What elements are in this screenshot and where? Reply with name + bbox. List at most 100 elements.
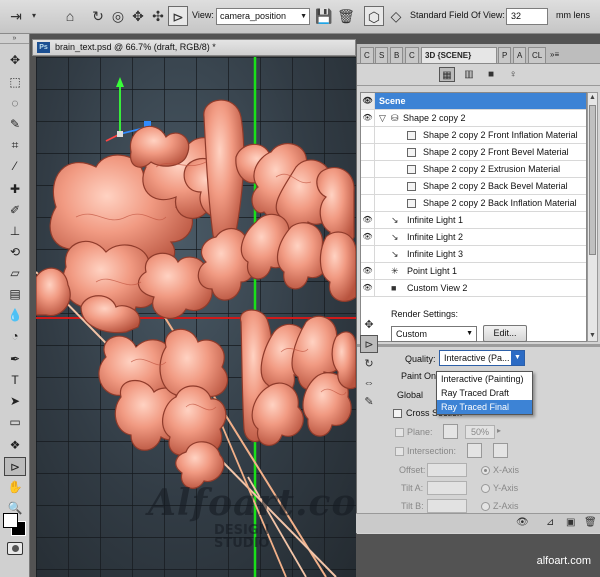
visibility-eye-icon[interactable]	[361, 178, 375, 194]
visibility-eye-icon[interactable]	[361, 161, 375, 177]
tools-collapse-icon[interactable]: »	[0, 34, 29, 44]
scroll-down-icon[interactable]: ▼	[589, 332, 597, 340]
materials-filter-icon[interactable]: ■	[483, 67, 499, 82]
list-item[interactable]: 👁 ■ Custom View 2	[361, 280, 586, 297]
intersection-color-swatch[interactable]	[467, 443, 482, 458]
lights-filter-icon[interactable]: ♀	[505, 67, 521, 82]
tab-p[interactable]: P	[498, 47, 512, 63]
tab-b[interactable]: B	[390, 47, 404, 63]
pan-3d-icon[interactable]: ✥	[128, 6, 148, 26]
marquee-tool-icon[interactable]: ⬚	[4, 73, 26, 92]
flip-cross-section-icon[interactable]	[493, 443, 508, 458]
tilt-a-field[interactable]	[427, 481, 467, 495]
edit-render-settings-button[interactable]: Edit...	[483, 325, 527, 342]
list-item[interactable]: Shape 2 copy 2 Front Bevel Material	[361, 144, 586, 161]
quick-selection-tool-icon[interactable]: ✎	[4, 115, 26, 134]
blur-tool-icon[interactable]: 💧	[4, 306, 26, 325]
menu-item-interactive-painting[interactable]: Interactive (Painting)	[437, 372, 532, 386]
visibility-eye-icon[interactable]: 👁	[361, 212, 375, 228]
tab-3d-scene[interactable]: 3D {SCENE}	[421, 47, 497, 63]
orthographic-camera-icon[interactable]: ◇	[386, 6, 406, 26]
type-tool-icon[interactable]: T	[4, 371, 26, 390]
visibility-eye-icon[interactable]: 👁	[361, 280, 375, 296]
visibility-eye-icon[interactable]: 👁	[361, 263, 375, 279]
path-selection-tool-icon[interactable]: ➤	[4, 392, 26, 411]
meshes-filter-icon[interactable]: ▥	[461, 67, 477, 82]
slide-3d-icon[interactable]: ✣	[148, 6, 168, 26]
plane-checkbox[interactable]	[395, 428, 404, 437]
menu-item-ray-traced-draft[interactable]: Ray Traced Draft	[437, 386, 532, 400]
panel-splitter[interactable]	[357, 344, 600, 347]
offset-field[interactable]	[427, 463, 467, 477]
3d-rotate-object-icon[interactable]: ✥	[360, 316, 378, 334]
render-preset-select[interactable]: Custom ▼	[391, 326, 477, 342]
3d-light-rotate-icon[interactable]: ↻	[360, 355, 378, 373]
quick-mask-icon[interactable]	[7, 542, 23, 555]
scroll-thumb[interactable]	[589, 105, 596, 255]
delete-view-icon[interactable]: 🗑	[336, 6, 356, 26]
history-brush-tool-icon[interactable]: ⟲	[4, 243, 26, 262]
3d-light-pan-icon[interactable]: ⇔	[360, 374, 378, 392]
list-item[interactable]: 👁 ↘ Infinite Light 1	[361, 212, 586, 229]
hand-tool-icon[interactable]: ✋	[4, 478, 26, 497]
scene-filter-icon[interactable]: ▦	[439, 67, 455, 82]
roll-3d-icon[interactable]: ◎	[108, 6, 128, 26]
intersection-checkbox[interactable]	[395, 447, 404, 456]
dodge-tool-icon[interactable]: ◔	[4, 327, 26, 346]
scroll-up-icon[interactable]: ▲	[589, 94, 597, 102]
tool-preset-icon[interactable]: ⇥	[6, 6, 26, 26]
fov-input[interactable]: 32	[506, 8, 548, 25]
list-item[interactable]: Shape 2 copy 2 Extrusion Material	[361, 161, 586, 178]
rotate-3d-icon[interactable]: ↻	[88, 6, 108, 26]
3d-camera-tool-icon[interactable]: ⊳	[4, 457, 26, 476]
pen-tool-icon[interactable]: ✒	[4, 350, 26, 369]
visibility-eye-icon[interactable]: 👁	[361, 229, 375, 245]
list-item[interactable]: ↘ Infinite Light 3	[361, 246, 586, 263]
perspective-camera-icon[interactable]: ⬡	[364, 6, 384, 26]
clone-stamp-tool-icon[interactable]: ⊥	[4, 222, 26, 241]
list-item[interactable]: Shape 2 copy 2 Back Inflation Material	[361, 195, 586, 212]
list-item[interactable]: 👁 ✳ Point Light 1	[361, 263, 586, 280]
panel-menu-icon[interactable]: »≡	[547, 47, 562, 63]
tab-a[interactable]: A	[513, 47, 527, 63]
eraser-tool-icon[interactable]: ▱	[4, 264, 26, 283]
view-select[interactable]: camera_position ▼	[216, 8, 310, 25]
visibility-eye-icon[interactable]	[361, 195, 375, 211]
new-light-icon[interactable]: ⊿	[546, 517, 554, 528]
foreground-color-swatch[interactable]	[3, 513, 18, 528]
visibility-eye-icon[interactable]: 👁	[361, 110, 375, 126]
return-to-initial-position-icon[interactable]: ⌂	[60, 6, 80, 26]
crop-tool-icon[interactable]: ⌗	[4, 136, 26, 155]
x-axis-radio[interactable]	[481, 466, 490, 475]
y-axis-radio[interactable]	[481, 484, 490, 493]
visibility-eye-icon[interactable]	[361, 144, 375, 160]
plane-opacity-field[interactable]: 50%	[465, 425, 495, 439]
shape-tool-icon[interactable]: ▭	[4, 413, 26, 432]
brush-tool-icon[interactable]: ✐	[4, 201, 26, 220]
tab-c2[interactable]: C	[405, 47, 419, 63]
tab-cl[interactable]: CL	[528, 47, 547, 63]
visibility-eye-icon[interactable]	[361, 127, 375, 143]
scene-tree-scrollbar[interactable]: ▲ ▼	[587, 92, 598, 342]
quality-select[interactable]: Interactive (Pa... ▼	[439, 350, 525, 366]
toggle-overlays-icon[interactable]: 👁	[516, 517, 529, 528]
lasso-tool-icon[interactable]: ◌	[4, 94, 26, 113]
3d-object-rotate-tool-icon[interactable]: ❖	[4, 436, 26, 455]
add-item-icon[interactable]: ▣	[566, 517, 575, 528]
visibility-eye-icon[interactable]: 👁	[361, 93, 375, 109]
menu-item-ray-traced-final[interactable]: Ray Traced Final	[437, 400, 532, 414]
tilt-b-field[interactable]	[427, 499, 467, 513]
zoom-3d-camera-icon[interactable]: ⊳	[168, 6, 188, 26]
save-view-icon[interactable]: 💾	[314, 6, 334, 26]
expand-triangle-icon[interactable]: ▽	[379, 110, 386, 126]
spot-healing-tool-icon[interactable]: ✚	[4, 180, 26, 199]
document-tab[interactable]: Ps brain_text.psd @ 66.7% (draft, RGB/8)…	[32, 39, 356, 56]
tool-preset-dropdown-icon[interactable]: ▾	[30, 6, 38, 26]
fov-unit-label[interactable]: mm lens	[556, 10, 590, 20]
z-axis-radio[interactable]	[481, 502, 490, 511]
plane-color-swatch[interactable]	[443, 424, 458, 439]
eyedropper-tool-icon[interactable]: ⁄	[4, 157, 26, 176]
plane-opacity-arrow-icon[interactable]: ▸	[497, 426, 501, 435]
3d-camera-tool-icon[interactable]: ⊳	[360, 335, 378, 353]
tab-s[interactable]: S	[375, 47, 389, 63]
